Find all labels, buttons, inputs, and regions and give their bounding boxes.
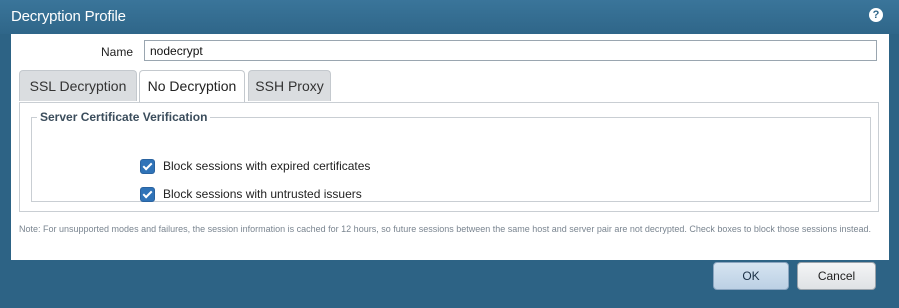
tab-content: Server Certificate Verification Block se… <box>19 102 879 212</box>
dialog-titlebar: Decryption Profile ? <box>0 0 899 34</box>
dialog-title: Decryption Profile <box>11 8 126 25</box>
tab-ssl-decryption[interactable]: SSL Decryption <box>19 70 137 101</box>
group-legend: Server Certificate Verification <box>40 110 208 124</box>
option-block-expired[interactable]: Block sessions with expired certificates <box>140 157 370 175</box>
checkbox-checked-icon[interactable] <box>140 186 155 202</box>
tab-no-decryption[interactable]: No Decryption <box>139 70 245 103</box>
server-certificate-verification-group: Server Certificate Verification Block se… <box>31 110 871 202</box>
tab-ssh-proxy[interactable]: SSH Proxy <box>248 70 331 101</box>
dialog-body: Name SSL Decryption No Decryption SSH Pr… <box>11 34 889 260</box>
checkbox-checked-icon[interactable] <box>140 158 155 174</box>
dialog-footer: OK Cancel <box>0 260 899 308</box>
name-input[interactable] <box>144 40 877 61</box>
ok-button[interactable]: OK <box>713 262 789 290</box>
help-icon[interactable]: ? <box>869 8 883 22</box>
option-block-untrusted[interactable]: Block sessions with untrusted issuers <box>140 185 362 203</box>
option-label: Block sessions with untrusted issuers <box>163 187 362 201</box>
cancel-button[interactable]: Cancel <box>797 262 876 290</box>
option-label: Block sessions with expired certificates <box>163 159 371 173</box>
note-text: Note: For unsupported modes and failures… <box>19 224 871 234</box>
name-label: Name <box>101 45 134 59</box>
tab-bar: SSL Decryption No Decryption SSH Proxy <box>19 70 879 103</box>
